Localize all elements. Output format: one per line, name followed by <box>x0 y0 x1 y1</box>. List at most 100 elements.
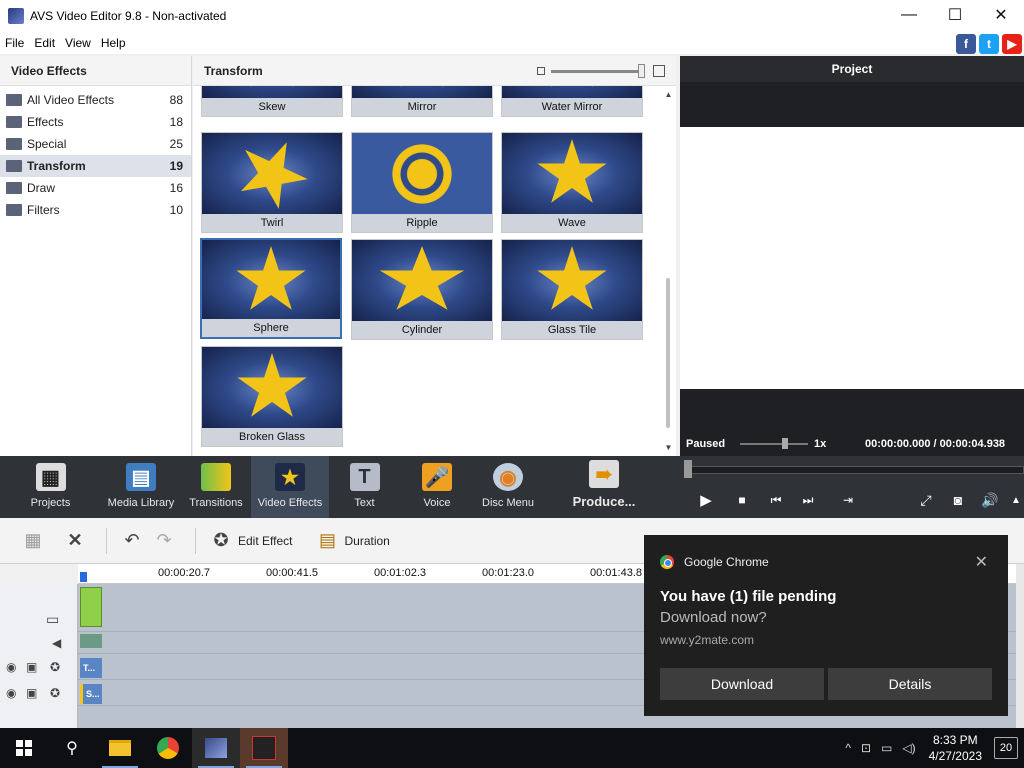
volume-slider[interactable] <box>740 443 808 445</box>
toolbar-label: Text <box>354 497 375 509</box>
twitter-icon[interactable]: t <box>979 34 999 54</box>
lock-icon[interactable]: ▣ <box>26 686 37 700</box>
category-special[interactable]: Special 25 <box>0 133 191 155</box>
toolbar-text[interactable]: T Text <box>329 456 400 518</box>
effect-tile-broken-glass[interactable]: Broken Glass <box>201 346 343 447</box>
effect-tile-skew[interactable]: Skew <box>201 86 343 117</box>
toolbar-label: Media Library <box>107 497 175 509</box>
close-button[interactable]: ✕ <box>978 0 1024 30</box>
toolbar-produce[interactable]: ➠ Produce... <box>542 456 666 518</box>
text-clip[interactable]: T... <box>80 658 102 678</box>
menu-help[interactable]: Help <box>96 36 131 50</box>
scrollbar-thumb[interactable] <box>666 278 670 428</box>
thumbnail-size-slider[interactable] <box>551 70 643 73</box>
taskbar-chrome[interactable] <box>144 728 192 768</box>
sphere-effect-clip[interactable]: S... <box>80 684 102 704</box>
effect-tile-cylinder[interactable]: Cylinder <box>351 239 493 340</box>
visibility-eye-icon[interactable]: ◉ <box>6 686 16 700</box>
audio-clip[interactable] <box>80 634 102 648</box>
undo-icon: ↶ <box>124 530 140 550</box>
delete-button[interactable]: ✕ <box>64 530 92 552</box>
youtube-icon[interactable]: ▶ <box>1002 34 1022 54</box>
effect-track-icon[interactable]: ✪ <box>50 686 60 700</box>
category-filters[interactable]: Filters 10 <box>0 199 191 221</box>
thumbnail-size-slider-thumb[interactable] <box>638 64 645 78</box>
toolbar-voice[interactable]: 🎤 Voice <box>400 456 474 518</box>
toolbar-projects[interactable]: ▦ Projects <box>0 456 101 518</box>
play-icon[interactable]: ▶ <box>696 490 716 510</box>
duration-button[interactable]: ▤ Duration <box>316 530 390 552</box>
notification-center-icon[interactable]: 20 <box>994 737 1018 759</box>
category-draw[interactable]: Draw 16 <box>0 177 191 199</box>
effect-tile-water-mirror[interactable]: Water Mirror <box>501 86 643 117</box>
toast-close-icon[interactable]: ✕ <box>975 552 988 572</box>
taskbar-file-explorer[interactable] <box>96 728 144 768</box>
visibility-eye-icon[interactable]: ◉ <box>6 660 16 674</box>
scroll-down-icon[interactable]: ▼ <box>664 443 673 452</box>
facebook-icon[interactable]: f <box>956 34 976 54</box>
search-button[interactable]: ⚲ <box>48 728 96 768</box>
toolbar-disc-menu[interactable]: ◉ Disc Menu <box>474 456 542 518</box>
clock-date: 4/27/2023 <box>928 749 982 763</box>
preview-screen[interactable] <box>680 127 1024 389</box>
details-button[interactable]: Details <box>828 668 992 700</box>
toolbar-video-effects[interactable]: ★ Video Effects <box>251 456 329 518</box>
seek-bar[interactable] <box>686 466 1024 474</box>
taskbar-clock[interactable]: 8:33 PM 4/27/2023 <box>929 732 982 764</box>
microphone-icon: 🎤 <box>422 463 452 491</box>
next-frame-icon[interactable]: ⏭ <box>798 490 818 510</box>
effect-track-icon[interactable]: ✪ <box>50 660 60 674</box>
category-effects[interactable]: Effects 18 <box>0 111 191 133</box>
toolbar-label: Disc Menu <box>482 497 534 509</box>
show-hidden-icons-chevron-icon[interactable]: ^ <box>845 741 851 755</box>
redo-button[interactable]: ↷ <box>153 530 181 552</box>
minimize-button[interactable]: — <box>886 0 932 30</box>
category-all-video-effects[interactable]: All Video Effects 88 <box>0 89 191 111</box>
volume-icon[interactable]: 🔊 <box>980 490 1000 510</box>
more-arrow-icon[interactable]: ▲ <box>1006 490 1024 510</box>
start-button[interactable] <box>0 728 48 768</box>
undo-button[interactable]: ↶ <box>121 530 149 552</box>
playhead-marker[interactable] <box>80 572 87 582</box>
zoom-large-icon[interactable] <box>653 65 665 77</box>
trim-icon[interactable]: ⇥ <box>838 490 858 510</box>
tray-app-icon[interactable]: ⊡ <box>861 741 871 755</box>
taskbar-avs-video-editor[interactable] <box>192 728 240 768</box>
previous-frame-icon[interactable]: ⏮ <box>766 490 786 510</box>
menu-view[interactable]: View <box>60 36 96 50</box>
edit-effect-button[interactable]: ✪ Edit Effect <box>210 530 292 552</box>
toolbar-transitions[interactable]: Transitions <box>181 456 251 518</box>
download-button[interactable]: Download <box>660 668 824 700</box>
effects-scrollbar[interactable]: ▲ ▼ <box>664 90 673 452</box>
fullscreen-icon[interactable]: ⤢ <box>916 490 936 510</box>
seek-bar-thumb[interactable] <box>684 460 692 478</box>
zoom-small-icon[interactable] <box>537 67 545 75</box>
duration-icon: ▤ <box>318 530 336 550</box>
snapshot-camera-icon[interactable]: ◙ <box>948 490 968 510</box>
effect-tile-ripple[interactable]: Ripple <box>351 132 493 233</box>
menu-file[interactable]: File <box>0 36 29 50</box>
speaker-icon[interactable]: ◁) <box>902 741 915 755</box>
category-transform[interactable]: Transform 19 <box>0 155 191 177</box>
storyboard-toggle[interactable]: ▦ <box>22 530 50 552</box>
effect-tile-twirl[interactable]: Twirl <box>201 132 343 233</box>
folder-icon <box>6 182 22 194</box>
lock-icon[interactable]: ▣ <box>26 660 37 674</box>
taskbar-nitw-app[interactable] <box>240 728 288 768</box>
mute-speaker-icon[interactable]: ◀ <box>52 636 61 650</box>
effect-tile-wave[interactable]: Wave <box>501 132 643 233</box>
scroll-up-icon[interactable]: ▲ <box>664 90 673 99</box>
effect-tile-sphere[interactable]: Sphere <box>200 238 342 339</box>
video-clip[interactable] <box>80 587 102 627</box>
maximize-button[interactable]: ☐ <box>932 0 978 30</box>
network-icon[interactable]: ▭ <box>881 741 892 755</box>
effect-tile-glass-tile[interactable]: Glass Tile <box>501 239 643 340</box>
toolbar-media-library[interactable]: ▤ Media Library <box>101 456 181 518</box>
search-icon: ⚲ <box>66 740 78 757</box>
stop-icon[interactable]: ■ <box>732 490 752 510</box>
timeline-scrollbar[interactable] <box>1016 564 1024 728</box>
effect-tile-mirror[interactable]: Mirror <box>351 86 493 117</box>
volume-slider-thumb[interactable] <box>782 438 788 449</box>
menu-edit[interactable]: Edit <box>29 36 60 50</box>
playback-speed[interactable]: 1x <box>814 438 826 450</box>
